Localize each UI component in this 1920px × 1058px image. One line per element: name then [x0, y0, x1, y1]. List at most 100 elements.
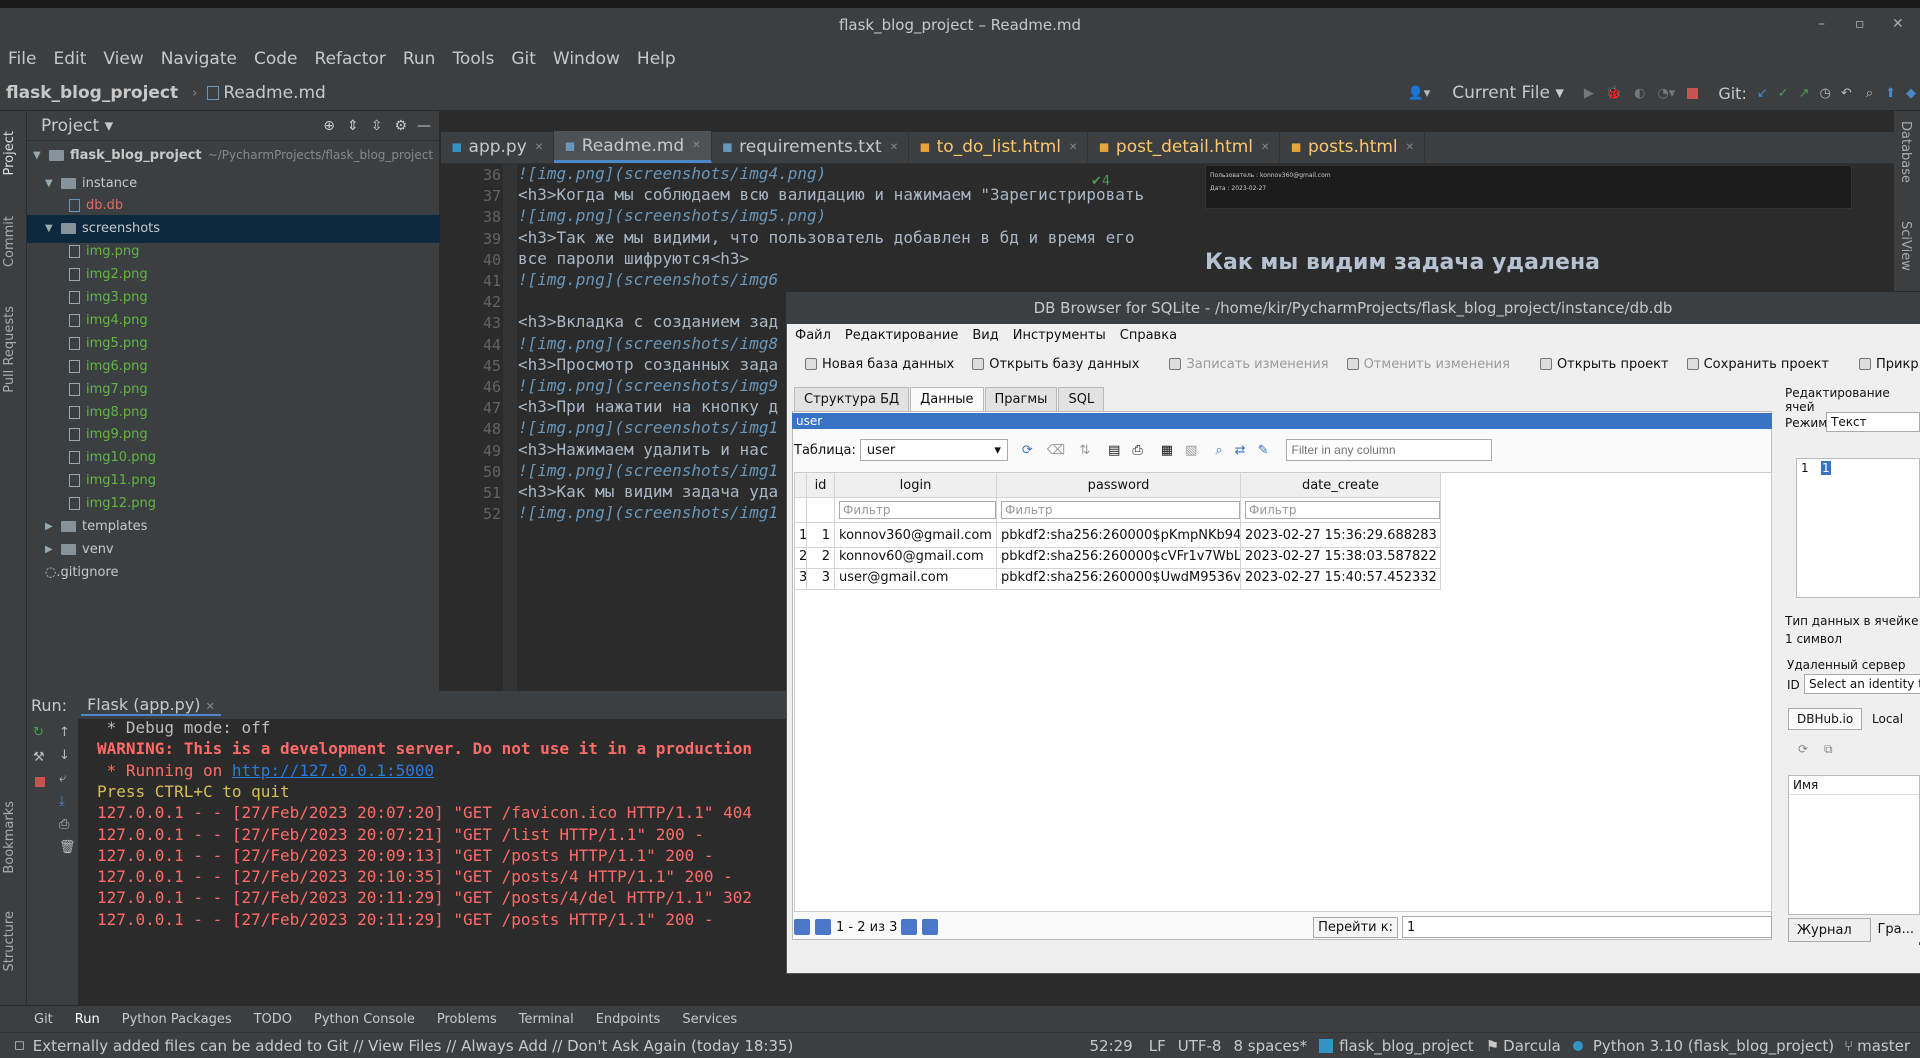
remote-refresh-icon[interactable]: ⟳ [1798, 742, 1808, 756]
gear-icon[interactable]: ⚙ [394, 118, 407, 134]
rerun-icon[interactable]: ↻ [33, 725, 53, 740]
column-header[interactable]: date_create [1241, 473, 1441, 498]
remote-clone-icon[interactable]: ⧉ [1824, 742, 1833, 757]
insert-record-icon[interactable]: ▦ [1161, 443, 1173, 458]
sort-icon[interactable]: ⇅ [1079, 443, 1090, 458]
tree-root[interactable]: ▼ flask_blog_project ~/PycharmProjects/f… [27, 141, 440, 169]
run-config-tab[interactable]: Flask (app.py) ✕ [81, 695, 221, 716]
tool-tab-project[interactable]: Project [2, 131, 17, 175]
code-line[interactable]: <h3>Вкладка с созданием зад [518, 312, 778, 331]
git-push-icon[interactable]: ↗ [1799, 86, 1810, 101]
close-tab-icon[interactable]: ✕ [206, 700, 215, 713]
db-tab[interactable]: Прагмы [984, 387, 1058, 411]
goto-button[interactable]: Перейти к: [1313, 916, 1398, 938]
code-line[interactable]: ![img.png](screenshots/img8 [518, 334, 778, 353]
filter-cell[interactable]: Фильтр [997, 498, 1241, 523]
db-toolbar-button[interactable]: Записать изменения [1169, 357, 1329, 372]
next-page-icon[interactable] [901, 919, 918, 935]
line-separator[interactable]: LF [1149, 1037, 1166, 1055]
tab-Readme-md[interactable]: ▪ Readme.md ✕ [554, 131, 712, 163]
cell-password[interactable]: pbkdf2:sha256:260000$UwdM9536vxPB4... [997, 565, 1241, 590]
bottom-tab-endpoints[interactable]: Endpoints [596, 1012, 661, 1027]
bottom-tab-todo[interactable]: TODO [254, 1012, 292, 1027]
tab-post_detail-html[interactable]: ▪ post_detail.html ✕ [1088, 131, 1281, 163]
inspections-widget[interactable]: ✔4 [1091, 174, 1110, 189]
expand-all-icon[interactable]: ⇕ [347, 118, 359, 134]
up-icon[interactable]: ↑ [59, 725, 78, 740]
db-toolbar-button[interactable]: Открыть базу данных [972, 357, 1139, 372]
tab-log[interactable]: Журнал ... [1788, 918, 1872, 953]
update-icon[interactable]: ⬆ [1885, 86, 1896, 101]
tab-local[interactable]: Local [1864, 708, 1911, 730]
filter-cell[interactable]: Фильтр [835, 498, 997, 523]
caret-position[interactable]: 52:29 [1089, 1037, 1132, 1055]
bottom-tab-git[interactable]: Git [34, 1012, 53, 1027]
git-commit-icon[interactable]: ✓ [1778, 86, 1789, 101]
clear-filters-icon[interactable]: ⌫ [1047, 443, 1065, 458]
debug-icon[interactable]: 🐞 [1606, 86, 1622, 101]
code-line[interactable]: ![img.png](screenshots/img9 [518, 376, 778, 395]
refresh-icon[interactable]: ⟳ [1022, 443, 1033, 458]
close-tab-icon[interactable]: ✕ [1261, 142, 1269, 153]
cell-date-create[interactable]: 2023-02-27 15:40:57.452332 [1241, 565, 1441, 590]
code-line[interactable]: <h3>При нажатии на кнопку д [518, 397, 778, 416]
user-icon[interactable]: 👤▾ [1408, 86, 1431, 101]
tab-posts-html[interactable]: ▪ posts.html ✕ [1280, 131, 1426, 163]
identity-select[interactable]: Select an identity t [1804, 674, 1920, 694]
rollback-icon[interactable]: ↶ [1841, 86, 1852, 101]
goto-input[interactable]: 1 [1402, 916, 1772, 938]
bottom-tab-problems[interactable]: Problems [437, 1012, 497, 1027]
column-filter-input[interactable]: Фильтр [1001, 501, 1240, 519]
menu-view[interactable]: View [103, 49, 143, 69]
scroll-end-icon[interactable]: ⤓ [59, 794, 78, 809]
code-line[interactable]: <h3>Так же мы видими, что пользователь д… [518, 228, 1135, 247]
menu-navigate[interactable]: Navigate [161, 49, 237, 69]
menu-code[interactable]: Code [254, 49, 298, 69]
stop-icon[interactable] [1687, 87, 1699, 99]
tab-dbhub[interactable]: DBHub.io [1788, 708, 1863, 730]
tab-to_do_list-html[interactable]: ▪ to_do_list.html ✕ [909, 131, 1089, 163]
db-toolbar-button[interactable]: Сохранить проект [1686, 357, 1829, 372]
menu-help[interactable]: Help [637, 49, 676, 69]
row-number[interactable]: 3 [795, 565, 807, 590]
bottom-tab-services[interactable]: Services [682, 1012, 737, 1027]
bottom-tab-run[interactable]: Run [75, 1012, 100, 1027]
menu-edit[interactable]: Edit [53, 49, 86, 69]
breadcrumb-file[interactable]: Readme.md [223, 83, 326, 103]
stop-run-icon[interactable] [35, 777, 45, 787]
column-header[interactable]: login [835, 473, 997, 498]
db-toolbar-button[interactable]: Отменить изменения [1346, 357, 1510, 372]
table-select[interactable]: user ▾ [859, 439, 1008, 461]
prev-page-icon[interactable] [815, 919, 831, 935]
minimize-icon[interactable]: – [1818, 16, 1825, 32]
indent-setting[interactable]: 8 spaces* [1233, 1037, 1307, 1055]
code-line[interactable]: ![img.png](screenshots/img6 [518, 270, 778, 289]
find-replace-icon[interactable]: ⇄ [1235, 443, 1246, 458]
menu-run[interactable]: Run [403, 49, 436, 69]
status-message[interactable]: Externally added files can be added to G… [33, 1037, 794, 1055]
cell-editor[interactable]: 1 1 [1796, 458, 1920, 598]
tool-tab-pull-requests[interactable]: Pull Requests [2, 306, 17, 393]
db-tab[interactable]: SQL [1058, 387, 1105, 411]
code-line[interactable]: все пароли шифруются<h3> [518, 249, 749, 268]
close-tab-icon[interactable]: ✕ [535, 142, 543, 153]
filter-all-input[interactable] [1286, 439, 1493, 461]
search-icon[interactable]: ⌕ [1866, 86, 1873, 101]
code-line[interactable]: <h3>Просмотр созданных зада [518, 355, 778, 374]
close-tab-icon[interactable]: ✕ [692, 140, 700, 151]
tool-tab-structure[interactable]: Structure [2, 911, 17, 971]
tab-requirements-txt[interactable]: ▪ requirements.txt ✕ [712, 131, 910, 163]
code-line[interactable]: <h3>Как мы видим задача уда [518, 482, 778, 501]
bottom-tab-terminal[interactable]: Terminal [519, 1012, 574, 1027]
delete-record-icon[interactable]: ▧ [1185, 443, 1197, 458]
bottom-tab-python-packages[interactable]: Python Packages [122, 1012, 232, 1027]
column-header[interactable]: password [997, 473, 1241, 498]
hide-icon[interactable]: — [417, 118, 431, 134]
server-link[interactable]: http://127.0.0.1:5000 [232, 761, 434, 780]
soft-wrap-icon[interactable]: ⤶ [59, 771, 78, 786]
db-menu-item[interactable]: Инструменты [1013, 328, 1106, 343]
plugin-icon[interactable]: ◆ [1906, 86, 1916, 101]
db-toolbar-button[interactable]: Прикр [1859, 357, 1919, 372]
tree-item--gitignore[interactable]: ◌ .gitignore [27, 558, 440, 586]
run-icon[interactable]: ▶ [1584, 86, 1594, 101]
